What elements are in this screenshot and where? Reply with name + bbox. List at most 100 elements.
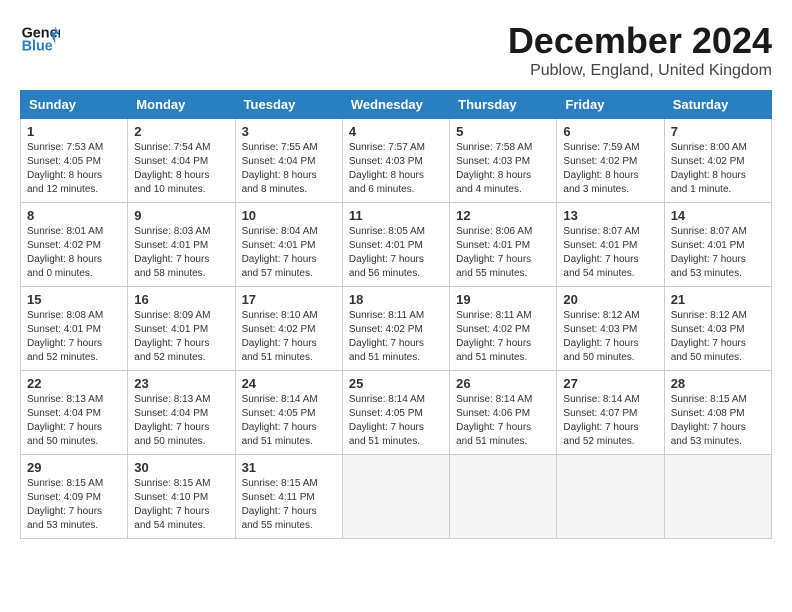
calendar-day-cell: 1 Sunrise: 7:53 AMSunset: 4:05 PMDaylight… <box>21 119 128 203</box>
calendar-day-cell: 20Sunrise: 8:12 AMSunset: 4:03 PMDayligh… <box>557 287 664 371</box>
calendar-day-cell: 3Sunrise: 7:55 AMSunset: 4:04 PMDaylight… <box>235 119 342 203</box>
calendar-day-cell <box>664 455 771 539</box>
calendar-day-cell: 17 Sunrise: 8:10 AMSunset: 4:02 PMDayligh… <box>235 287 342 371</box>
calendar-header-row: Sunday Monday Tuesday Wednesday Thursday… <box>21 91 772 119</box>
calendar-day-cell: 25Sunrise: 8:14 AMSunset: 4:05 PMDayligh… <box>342 371 449 455</box>
calendar-day-cell <box>557 455 664 539</box>
calendar-day-cell: 2 Sunrise: 7:54 AMSunset: 4:04 PMDaylight… <box>128 119 235 203</box>
logo: General Blue <box>20 20 64 60</box>
calendar-day-cell: 15 Sunrise: 8:08 AMSunset: 4:01 PMDayligh… <box>21 287 128 371</box>
day-info: Sunrise: 8:13 AMSunset: 4:04 PMDaylight:… <box>27 394 103 447</box>
day-info: Sunrise: 7:57 AMSunset: 4:03 PMDaylight:… <box>349 142 425 195</box>
day-number: 13 <box>563 208 657 223</box>
day-info: Sunrise: 8:03 AMSunset: 4:01 PMDaylight:… <box>134 226 210 279</box>
day-info: Sunrise: 8:11 AMSunset: 4:02 PMDaylight:… <box>456 310 531 363</box>
day-number: 31 <box>242 460 336 475</box>
day-info: Sunrise: 8:07 AMSunset: 4:01 PMDaylight:… <box>563 226 639 279</box>
day-info: Sunrise: 8:14 AMSunset: 4:05 PMDaylight:… <box>349 394 425 447</box>
day-number: 23 <box>134 376 228 391</box>
calendar-day-cell: 26 Sunrise: 8:14 AMSunset: 4:06 PMDayligh… <box>450 371 557 455</box>
calendar-day-cell: 7Sunrise: 8:00 AMSunset: 4:02 PMDaylight… <box>664 119 771 203</box>
day-number: 28 <box>671 376 765 391</box>
day-number: 18 <box>349 292 443 307</box>
day-info: Sunrise: 8:15 AMSunset: 4:09 PMDaylight:… <box>27 478 103 531</box>
day-number: 16 <box>134 292 228 307</box>
day-info: Sunrise: 8:01 AMSunset: 4:02 PMDaylight:… <box>27 226 103 279</box>
title-area: December 2024 Publow, England, United Ki… <box>508 20 772 80</box>
day-info: Sunrise: 7:58 AMSunset: 4:03 PMDaylight:… <box>456 142 532 195</box>
header: General Blue December 2024 Publow, Engla… <box>20 20 772 80</box>
day-number: 10 <box>242 208 336 223</box>
calendar-day-cell: 16 Sunrise: 8:09 AMSunset: 4:01 PMDayligh… <box>128 287 235 371</box>
calendar-day-cell: 8Sunrise: 8:01 AMSunset: 4:02 PMDaylight… <box>21 203 128 287</box>
day-number: 21 <box>671 292 765 307</box>
day-number: 3 <box>242 124 336 139</box>
calendar-day-cell: 9 Sunrise: 8:03 AMSunset: 4:01 PMDaylight… <box>128 203 235 287</box>
day-number: 19 <box>456 292 550 307</box>
calendar-day-cell: 12 Sunrise: 8:06 AMSunset: 4:01 PMDayligh… <box>450 203 557 287</box>
calendar-day-cell: 18 Sunrise: 8:11 AMSunset: 4:02 PMDayligh… <box>342 287 449 371</box>
day-number: 27 <box>563 376 657 391</box>
day-info: Sunrise: 8:12 AMSunset: 4:03 PMDaylight:… <box>563 310 639 363</box>
day-info: Sunrise: 8:09 AMSunset: 4:01 PMDaylight:… <box>134 310 210 363</box>
day-info: Sunrise: 7:59 AMSunset: 4:02 PMDaylight:… <box>563 142 639 195</box>
calendar-week-row: 1 Sunrise: 7:53 AMSunset: 4:05 PMDaylight… <box>21 119 772 203</box>
day-info: Sunrise: 7:53 AMSunset: 4:05 PMDaylight:… <box>27 142 103 195</box>
calendar-day-cell: 22 Sunrise: 8:13 AMSunset: 4:04 PMDayligh… <box>21 371 128 455</box>
day-info: Sunrise: 8:12 AMSunset: 4:03 PMDaylight:… <box>671 310 747 363</box>
day-info: Sunrise: 8:14 AMSunset: 4:07 PMDaylight:… <box>563 394 639 447</box>
day-info: Sunrise: 8:14 AMSunset: 4:05 PMDaylight:… <box>242 394 318 447</box>
page-subtitle: Publow, England, United Kingdom <box>508 62 772 80</box>
day-number: 2 <box>134 124 228 139</box>
day-info: Sunrise: 8:11 AMSunset: 4:02 PMDaylight:… <box>349 310 424 363</box>
day-info: Sunrise: 7:54 AMSunset: 4:04 PMDaylight:… <box>134 142 210 195</box>
day-info: Sunrise: 8:04 AMSunset: 4:01 PMDaylight:… <box>242 226 318 279</box>
calendar-day-cell: 29 Sunrise: 8:15 AMSunset: 4:09 PMDayligh… <box>21 455 128 539</box>
calendar-day-cell: 11Sunrise: 8:05 AMSunset: 4:01 PMDayligh… <box>342 203 449 287</box>
calendar-day-cell: 23 Sunrise: 8:13 AMSunset: 4:04 PMDayligh… <box>128 371 235 455</box>
calendar-day-cell: 10 Sunrise: 8:04 AMSunset: 4:01 PMDayligh… <box>235 203 342 287</box>
calendar-day-cell: 13 Sunrise: 8:07 AMSunset: 4:01 PMDayligh… <box>557 203 664 287</box>
day-number: 11 <box>349 208 443 223</box>
day-info: Sunrise: 8:06 AMSunset: 4:01 PMDaylight:… <box>456 226 532 279</box>
calendar-week-row: 8Sunrise: 8:01 AMSunset: 4:02 PMDaylight… <box>21 203 772 287</box>
day-number: 9 <box>134 208 228 223</box>
col-saturday: Saturday <box>664 91 771 119</box>
day-info: Sunrise: 8:13 AMSunset: 4:04 PMDaylight:… <box>134 394 210 447</box>
day-number: 17 <box>242 292 336 307</box>
calendar-week-row: 22 Sunrise: 8:13 AMSunset: 4:04 PMDayligh… <box>21 371 772 455</box>
col-friday: Friday <box>557 91 664 119</box>
day-number: 1 <box>27 124 121 139</box>
col-thursday: Thursday <box>450 91 557 119</box>
calendar-day-cell <box>342 455 449 539</box>
col-wednesday: Wednesday <box>342 91 449 119</box>
calendar-day-cell: 21 Sunrise: 8:12 AMSunset: 4:03 PMDayligh… <box>664 287 771 371</box>
day-number: 5 <box>456 124 550 139</box>
day-number: 26 <box>456 376 550 391</box>
day-info: Sunrise: 8:07 AMSunset: 4:01 PMDaylight:… <box>671 226 747 279</box>
day-number: 22 <box>27 376 121 391</box>
day-info: Sunrise: 8:15 AMSunset: 4:11 PMDaylight:… <box>242 478 318 531</box>
calendar-day-cell: 24 Sunrise: 8:14 AMSunset: 4:05 PMDayligh… <box>235 371 342 455</box>
day-number: 12 <box>456 208 550 223</box>
calendar-day-cell: 28 Sunrise: 8:15 AMSunset: 4:08 PMDayligh… <box>664 371 771 455</box>
col-tuesday: Tuesday <box>235 91 342 119</box>
calendar-day-cell: 6Sunrise: 7:59 AMSunset: 4:02 PMDaylight… <box>557 119 664 203</box>
logo-icon: General Blue <box>20 20 60 60</box>
calendar-day-cell: 4Sunrise: 7:57 AMSunset: 4:03 PMDaylight… <box>342 119 449 203</box>
day-number: 29 <box>27 460 121 475</box>
col-sunday: Sunday <box>21 91 128 119</box>
calendar-week-row: 15 Sunrise: 8:08 AMSunset: 4:01 PMDayligh… <box>21 287 772 371</box>
svg-text:Blue: Blue <box>22 38 53 54</box>
calendar-day-cell: 27 Sunrise: 8:14 AMSunset: 4:07 PMDayligh… <box>557 371 664 455</box>
day-number: 14 <box>671 208 765 223</box>
day-info: Sunrise: 8:15 AMSunset: 4:08 PMDaylight:… <box>671 394 747 447</box>
day-info: Sunrise: 8:08 AMSunset: 4:01 PMDaylight:… <box>27 310 103 363</box>
calendar-day-cell: 5 Sunrise: 7:58 AMSunset: 4:03 PMDaylight… <box>450 119 557 203</box>
day-number: 15 <box>27 292 121 307</box>
day-info: Sunrise: 8:14 AMSunset: 4:06 PMDaylight:… <box>456 394 532 447</box>
day-number: 24 <box>242 376 336 391</box>
day-number: 30 <box>134 460 228 475</box>
day-info: Sunrise: 8:10 AMSunset: 4:02 PMDaylight:… <box>242 310 318 363</box>
page-title: December 2024 <box>508 20 772 62</box>
